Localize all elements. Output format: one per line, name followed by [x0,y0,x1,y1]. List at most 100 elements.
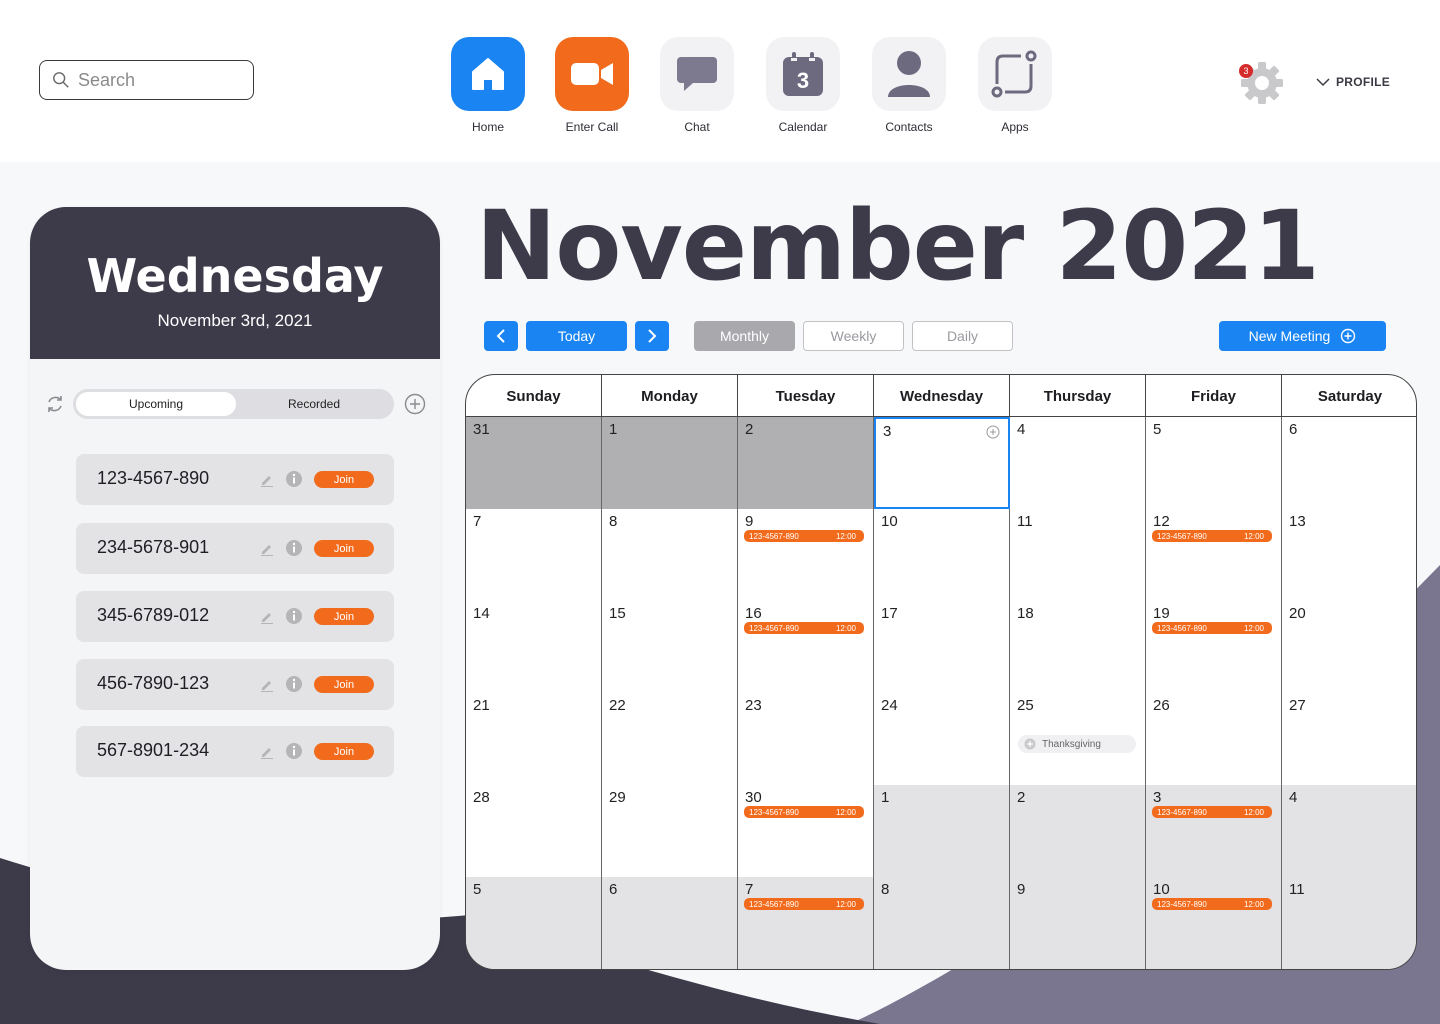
calendar-day[interactable]: 6 [602,877,738,969]
edit-icon[interactable] [259,608,275,624]
calendar-day[interactable]: 26 [1146,693,1282,785]
info-icon[interactable] [285,539,303,557]
calendar-day[interactable]: 27 [1282,693,1416,785]
calendar-day[interactable]: 8 [602,509,738,601]
weekday-friday: Friday [1146,375,1282,417]
calendar-day[interactable]: 25 Thanksgiving [1010,693,1146,785]
calendar-day[interactable]: 28 [466,785,602,877]
weekday-thursday: Thursday [1010,375,1146,417]
view-monthly-button[interactable]: Monthly [694,321,795,351]
calendar-day[interactable]: 14 [466,601,602,693]
calendar-day[interactable]: 15 [602,601,738,693]
add-event-icon[interactable] [986,425,1000,439]
calendar-day[interactable]: 21 [466,693,602,785]
nav-enter-call[interactable]: Enter Call [547,37,637,134]
calendar-event[interactable]: 123-4567-890 12:00 [1152,530,1272,542]
info-icon[interactable] [285,675,303,693]
info-icon[interactable] [285,470,303,488]
calendar-day[interactable]: 23 [738,693,874,785]
settings-button[interactable]: 3 [1236,60,1286,106]
contacts-tile[interactable] [872,37,946,111]
calendar-tile[interactable]: 3 [766,37,840,111]
calendar-day[interactable]: 16 123-4567-890 12:00 [738,601,874,693]
edit-icon[interactable] [259,743,275,759]
calendar-day[interactable]: 2 [738,417,874,509]
calendar-day[interactable]: 18 [1010,601,1146,693]
prev-month-button[interactable] [484,321,518,351]
join-button[interactable]: Join [314,540,374,557]
weekday-sunday: Sunday [466,375,602,417]
calendar-event[interactable]: 123-4567-890 12:00 [744,898,864,910]
edit-icon[interactable] [259,471,275,487]
calendar-event[interactable]: 123-4567-890 12:00 [1152,806,1272,818]
calendar-day[interactable]: 8 [874,877,1010,969]
calendar-day[interactable]: 30 123-4567-890 12:00 [738,785,874,877]
calendar-event[interactable]: 123-4567-890 12:00 [744,530,864,542]
add-meeting-icon[interactable] [404,393,426,415]
join-button[interactable]: Join [314,608,374,625]
calendar-day[interactable]: 22 [602,693,738,785]
enter-call-tile[interactable] [555,37,629,111]
next-month-button[interactable] [635,321,669,351]
holiday-tag[interactable]: Thanksgiving [1018,735,1136,753]
calendar-day[interactable]: 24 [874,693,1010,785]
calendar-day[interactable]: 1 [874,785,1010,877]
profile-menu[interactable]: PROFILE [1316,75,1390,89]
view-weekly-button[interactable]: Weekly [803,321,904,351]
calendar-day[interactable]: 7 [466,509,602,601]
view-daily-button[interactable]: Daily [912,321,1013,351]
home-tile[interactable] [451,37,525,111]
calendar-event[interactable]: 123-4567-890 12:00 [744,806,864,818]
calendar-day[interactable]: 1 [602,417,738,509]
calendar-day[interactable]: 10 123-4567-890 12:00 [1146,877,1282,969]
join-button[interactable]: Join [314,676,374,693]
apps-tile[interactable] [978,37,1052,111]
calendar-day-today[interactable]: 3 [874,417,1010,509]
nav-calendar[interactable]: 3 Calendar [758,37,848,134]
calendar-event[interactable]: 123-4567-890 12:00 [1152,622,1272,634]
calendar-day[interactable]: 5 [1146,417,1282,509]
calendar-day[interactable]: 12 123-4567-890 12:00 [1146,509,1282,601]
nav-home[interactable]: Home [443,37,533,134]
new-meeting-button[interactable]: New Meeting [1219,321,1386,351]
tab-upcoming[interactable]: Upcoming [76,392,236,416]
calendar-day[interactable]: 4 [1282,785,1416,877]
calendar-day[interactable]: 2 [1010,785,1146,877]
calendar-day[interactable]: 6 [1282,417,1416,509]
nav-chat[interactable]: Chat [652,37,742,134]
calendar-day[interactable]: 20 [1282,601,1416,693]
calendar-day[interactable]: 4 [1010,417,1146,509]
calendar-event[interactable]: 123-4567-890 12:00 [744,622,864,634]
join-button[interactable]: Join [314,743,374,760]
search-input[interactable] [78,69,228,91]
calendar-day[interactable]: 11 [1282,877,1416,969]
calendar-day[interactable]: 7 123-4567-890 12:00 [738,877,874,969]
calendar-day[interactable]: 9 [1010,877,1146,969]
refresh-icon[interactable] [44,393,66,415]
calendar-day[interactable]: 17 [874,601,1010,693]
today-button[interactable]: Today [526,321,627,351]
calendar-day[interactable]: 9 123-4567-890 12:00 [738,509,874,601]
meeting-card: 456-7890-123 Join [76,659,394,710]
calendar-day[interactable]: 3 123-4567-890 12:00 [1146,785,1282,877]
calendar-day[interactable]: 13 [1282,509,1416,601]
chat-tile[interactable] [660,37,734,111]
calendar-day[interactable]: 11 [1010,509,1146,601]
join-button[interactable]: Join [314,471,374,488]
calendar-day[interactable]: 29 [602,785,738,877]
info-icon[interactable] [285,742,303,760]
day-number: 10 [1153,881,1170,898]
calendar-day[interactable]: 19 123-4567-890 12:00 [1146,601,1282,693]
nav-contacts[interactable]: Contacts [864,37,954,134]
calendar-week: 31 1 2 3 4 5 6 [466,417,1416,509]
info-icon[interactable] [285,607,303,625]
calendar-day[interactable]: 31 [466,417,602,509]
calendar-day[interactable]: 5 [466,877,602,969]
edit-icon[interactable] [259,540,275,556]
nav-apps[interactable]: Apps [970,37,1060,134]
edit-icon[interactable] [259,676,275,692]
search-box[interactable] [39,60,254,100]
tab-recorded[interactable]: Recorded [236,392,392,416]
calendar-event[interactable]: 123-4567-890 12:00 [1152,898,1272,910]
calendar-day[interactable]: 10 [874,509,1010,601]
